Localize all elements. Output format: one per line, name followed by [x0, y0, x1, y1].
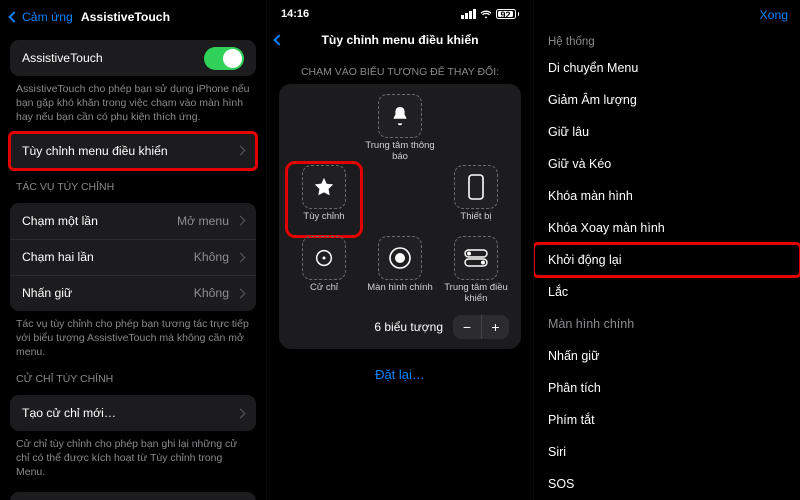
status-bar: 14:16 92 [267, 0, 533, 24]
row-assistivetouch-toggle[interactable]: AssistiveTouch [10, 40, 256, 76]
pane-customize-top-menu: 14:16 92 Tùy chỉnh menu điều khiển CHẠM … [266, 0, 533, 500]
home-button-icon [378, 236, 422, 280]
cell-label: Cử chỉ [310, 283, 338, 305]
action-list-item[interactable]: SOS [534, 468, 800, 500]
pane-assistivetouch-settings: Cảm ứng AssistiveTouch AssistiveTouch As… [0, 0, 266, 500]
header-custom-gestures: CỬ CHỈ TÙY CHỈNH [0, 361, 266, 389]
new-gesture-label: Tạo cử chỉ mới… [22, 406, 116, 420]
action-list-item[interactable]: Khởi động lại [534, 244, 800, 276]
navbar: Xong [534, 0, 800, 30]
wifi-icon [480, 10, 492, 19]
footer-custom-gestures: Cử chỉ tùy chỉnh cho phép bạn ghi lại nh… [0, 431, 266, 482]
subtitle: CHẠM VÀO BIỂU TƯỢNG ĐỂ THAY ĐỔI: [267, 56, 533, 84]
cell-label: Trung tâm thông báo [365, 141, 435, 163]
chevron-left-icon [8, 11, 19, 22]
double-tap-value: Không [194, 250, 229, 264]
single-tap-label: Chạm một lần [22, 214, 98, 228]
action-list-item[interactable]: Phân tích [534, 372, 800, 404]
reset-button[interactable]: Đặt lại… [267, 349, 533, 390]
grid-cell-home[interactable]: Màn hình chính [365, 236, 435, 305]
action-list-item[interactable]: Lắc [534, 276, 800, 308]
star-icon [302, 165, 346, 209]
footer-custom-actions: Tác vụ tùy chỉnh cho phép bạn tương tác … [0, 311, 266, 362]
back-button[interactable] [275, 33, 285, 47]
chevron-right-icon [236, 146, 246, 156]
section-header-system: Hệ thống [534, 30, 800, 52]
action-list-item[interactable]: Nhấn giữ [534, 340, 800, 372]
status-indicators: 92 [461, 9, 519, 19]
icon-grid-card: Trung tâm thông báo Tùy chỉnh Thiết bị [279, 84, 521, 349]
grid-cell-gestures[interactable]: Cử chỉ [289, 236, 359, 305]
cell-label: Tùy chỉnh [303, 212, 344, 234]
grid-cell-empty [289, 94, 359, 163]
device-icon [454, 165, 498, 209]
header-custom-actions: TÁC VỤ TÙY CHỈNH [0, 169, 266, 197]
long-press-value: Không [194, 286, 229, 300]
stepper-minus-button[interactable]: − [453, 315, 481, 339]
toggle-switch-on[interactable] [204, 47, 244, 70]
grid-cell-custom[interactable]: Tùy chỉnh [289, 165, 359, 234]
icon-count-stepper: − + [453, 315, 509, 339]
customize-label: Tùy chỉnh menu điều khiển [22, 144, 168, 158]
row-single-tap[interactable]: Chạm một lần Mở menu [10, 203, 256, 239]
chevron-right-icon [236, 408, 246, 418]
grid-cell-notification-center[interactable]: Trung tâm thông báo [365, 94, 435, 163]
row-idle-opacity[interactable]: Độ mờ khi không dùng 40% [10, 492, 256, 500]
action-list: Di chuyển MenuGiảm Âm lượngGiữ lâuGiữ và… [534, 52, 800, 500]
pane-action-picker: Xong Hệ thống Di chuyển MenuGiảm Âm lượn… [533, 0, 800, 500]
cell-label: Màn hình chính [367, 283, 433, 305]
icon-count-label: 6 biểu tượng [374, 320, 443, 334]
icon-count-stepper-row: 6 biểu tượng − + [287, 315, 513, 339]
grid-cell-device[interactable]: Thiết bị [441, 165, 511, 234]
cell-label: Thiết bị [460, 212, 491, 234]
navbar: Tùy chỉnh menu điều khiển [267, 24, 533, 56]
back-label: Cảm ứng [22, 10, 73, 24]
done-button[interactable]: Xong [760, 8, 788, 22]
target-icon [302, 236, 346, 280]
grid-cell-control-center[interactable]: Trung tâm điều khiển [441, 236, 511, 305]
row-long-press[interactable]: Nhấn giữ Không [10, 275, 256, 311]
cellular-icon [461, 9, 476, 19]
chevron-right-icon [236, 252, 246, 262]
group-main-toggle: AssistiveTouch [10, 40, 256, 76]
action-list-item[interactable]: Giữ lâu [534, 116, 800, 148]
navbar: Cảm ứng AssistiveTouch [0, 0, 266, 34]
back-button[interactable]: Cảm ứng [10, 10, 73, 24]
chevron-left-icon [273, 34, 284, 45]
cell-label: Trung tâm điều khiển [441, 283, 511, 305]
grid-cell-empty [441, 94, 511, 163]
bell-icon [378, 94, 422, 138]
chevron-right-icon [236, 288, 246, 298]
row-double-tap[interactable]: Chạm hai lần Không [10, 239, 256, 275]
double-tap-label: Chạm hai lần [22, 250, 94, 264]
footer-main: AssistiveTouch cho phép bạn sử dụng iPho… [0, 76, 266, 127]
action-list-item[interactable]: Siri [534, 436, 800, 468]
battery-icon: 92 [496, 9, 520, 19]
group-customize-menu: Tùy chỉnh menu điều khiển [10, 133, 256, 169]
action-list-item[interactable]: Giữ và Kéo [534, 148, 800, 180]
long-press-label: Nhấn giữ [22, 286, 72, 300]
toggle-label: AssistiveTouch [22, 51, 103, 65]
action-list-item: Màn hình chính [534, 308, 800, 340]
single-tap-value: Mở menu [177, 214, 229, 228]
chevron-right-icon [236, 216, 246, 226]
action-list-item[interactable]: Giảm Âm lượng [534, 84, 800, 116]
battery-percent: 92 [497, 10, 515, 20]
row-customize-menu[interactable]: Tùy chỉnh menu điều khiển [10, 133, 256, 169]
toggles-icon [454, 236, 498, 280]
action-list-item[interactable]: Khóa Xoay màn hình [534, 212, 800, 244]
group-idle-opacity: Độ mờ khi không dùng 40% [10, 492, 256, 500]
page-title: Tùy chỉnh menu điều khiển [267, 33, 533, 47]
status-time: 14:16 [281, 8, 309, 20]
action-list-item[interactable]: Di chuyển Menu [534, 52, 800, 84]
group-custom-actions: Chạm một lần Mở menu Chạm hai lần Không … [10, 203, 256, 311]
row-new-gesture[interactable]: Tạo cử chỉ mới… [10, 395, 256, 431]
action-list-item[interactable]: Phím tắt [534, 404, 800, 436]
icon-grid: Trung tâm thông báo Tùy chỉnh Thiết bị [287, 94, 513, 305]
group-custom-gestures: Tạo cử chỉ mới… [10, 395, 256, 431]
stepper-plus-button[interactable]: + [481, 315, 509, 339]
action-list-item[interactable]: Khóa màn hình [534, 180, 800, 212]
page-title: AssistiveTouch [81, 10, 170, 24]
grid-cell-empty [365, 165, 435, 234]
